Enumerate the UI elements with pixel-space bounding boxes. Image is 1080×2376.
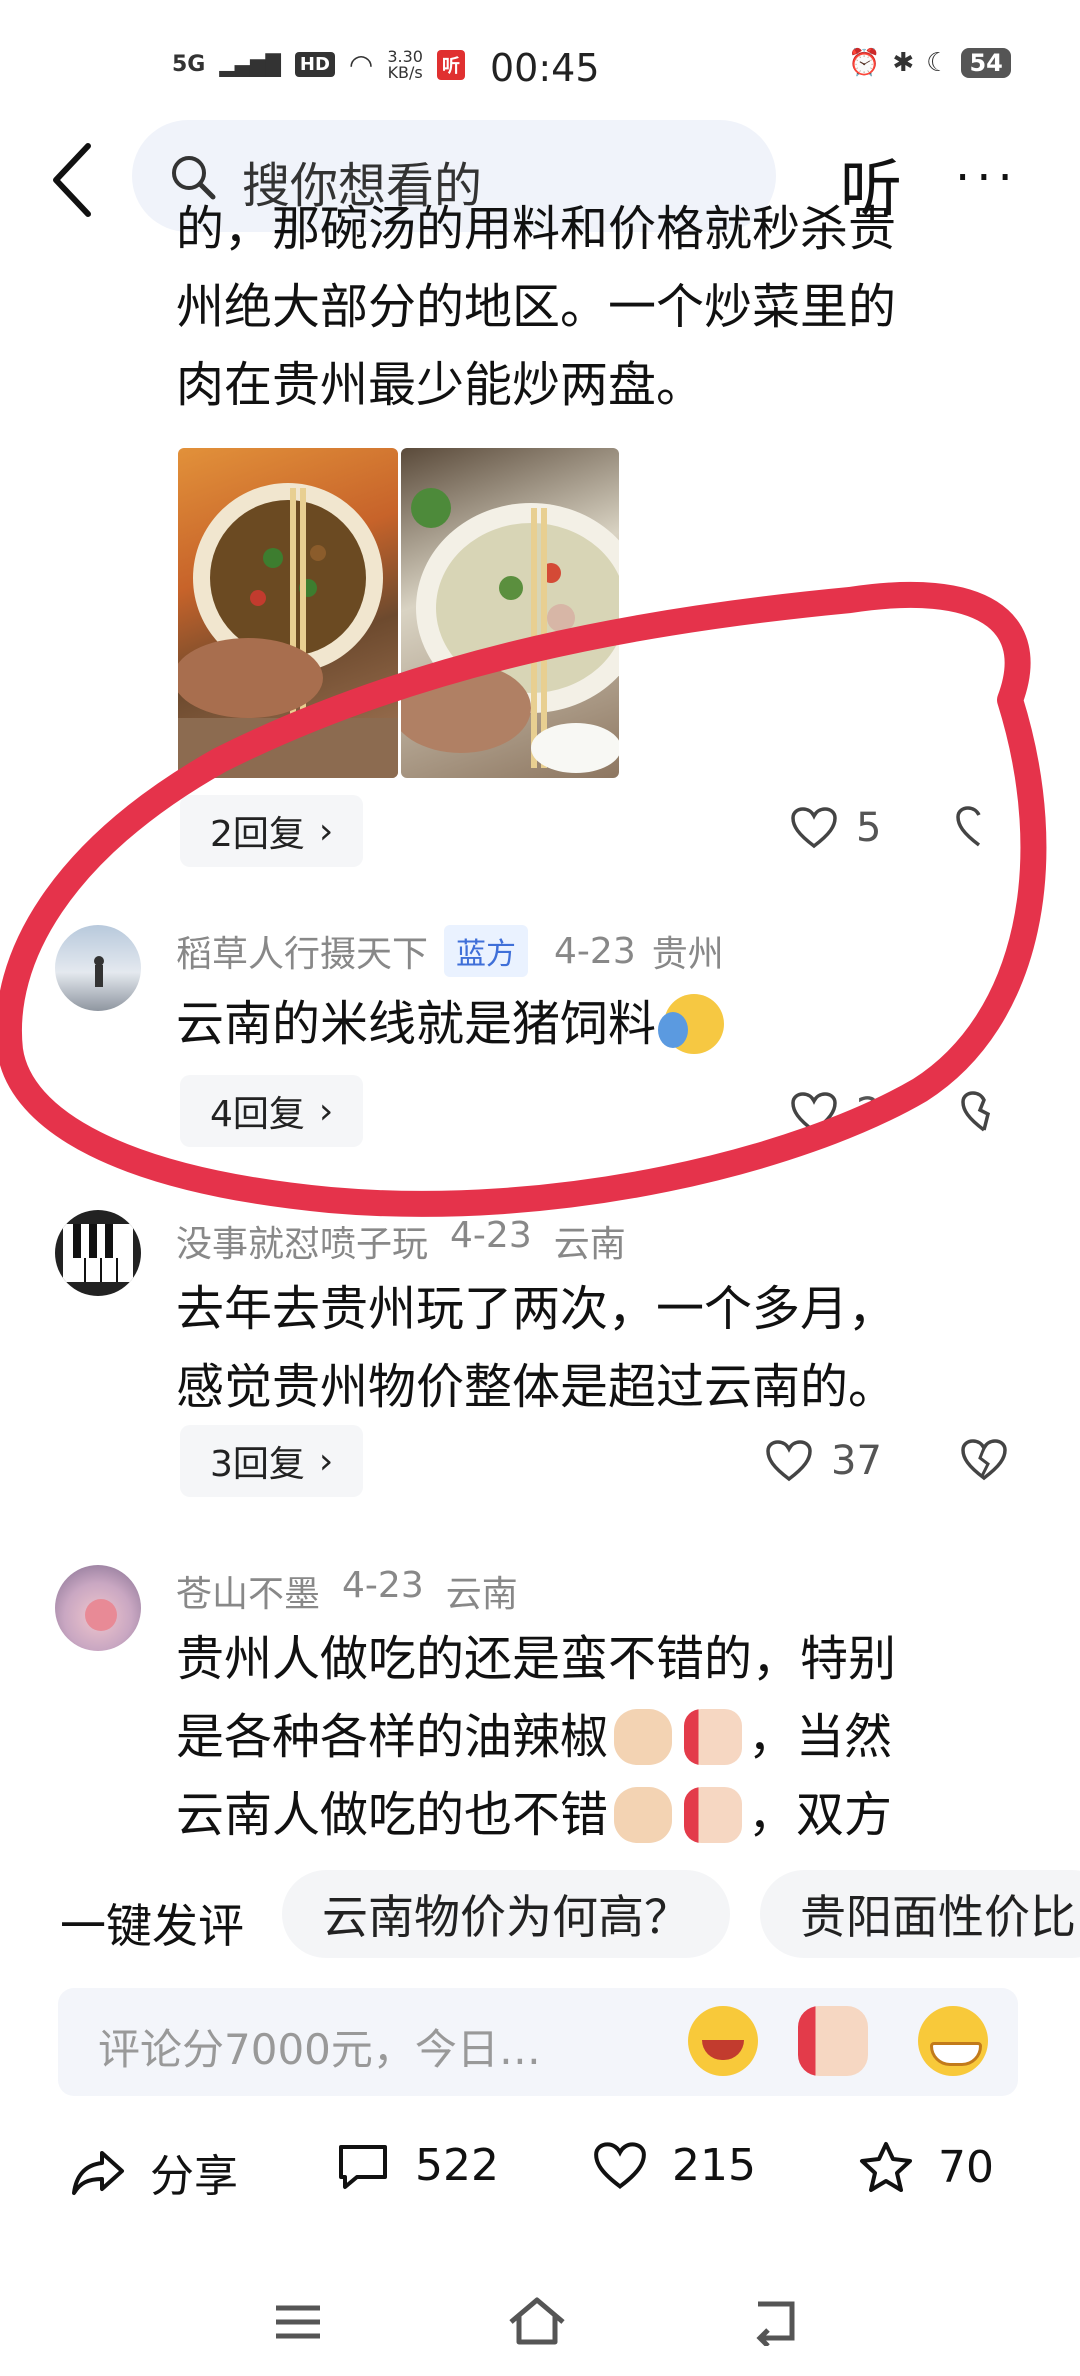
comment-bubble-icon [339,2144,387,2189]
home-icon[interactable] [505,2294,569,2348]
share-icon [72,2151,124,2195]
suggestion-chip[interactable]: 云南物价为何高？ [282,1870,730,1958]
menu-icon[interactable] [270,2300,326,2344]
comment-input[interactable]: 评论分7000元，今日… [58,1988,1018,2096]
laughing-emoji-button[interactable] [688,2006,758,2076]
system-navigation-bar [0,2270,1080,2376]
like-button[interactable]: 215 [592,2140,756,2191]
share-label: 分享 [150,2151,238,2202]
share-button[interactable]: 分享 [70,2140,238,2204]
suggestion-row: 一键发评 云南物价为何高？ 贵阳面性价比 [0,1870,1080,1960]
grinning-emoji-button[interactable] [918,2006,988,2076]
likes-count: 215 [672,2140,756,2191]
comment-placeholder: 评论分7000元，今日… [98,2025,541,2074]
comments-count: 522 [415,2140,499,2191]
heart-icon [594,2141,646,2189]
favorite-button[interactable]: 70 [858,2140,994,2194]
star-icon [860,2142,912,2192]
comments-button[interactable]: 522 [335,2140,499,2191]
favorites-count: 70 [938,2141,994,2193]
quick-comment-button[interactable]: 一键发评 [60,1890,244,1956]
thumbs-up-emoji-button[interactable] [798,2006,868,2076]
action-bar: 分享 522 215 70 [0,2140,1080,2240]
back-nav-icon[interactable] [748,2296,804,2346]
suggestion-chip[interactable]: 贵阳面性价比 [760,1870,1080,1958]
